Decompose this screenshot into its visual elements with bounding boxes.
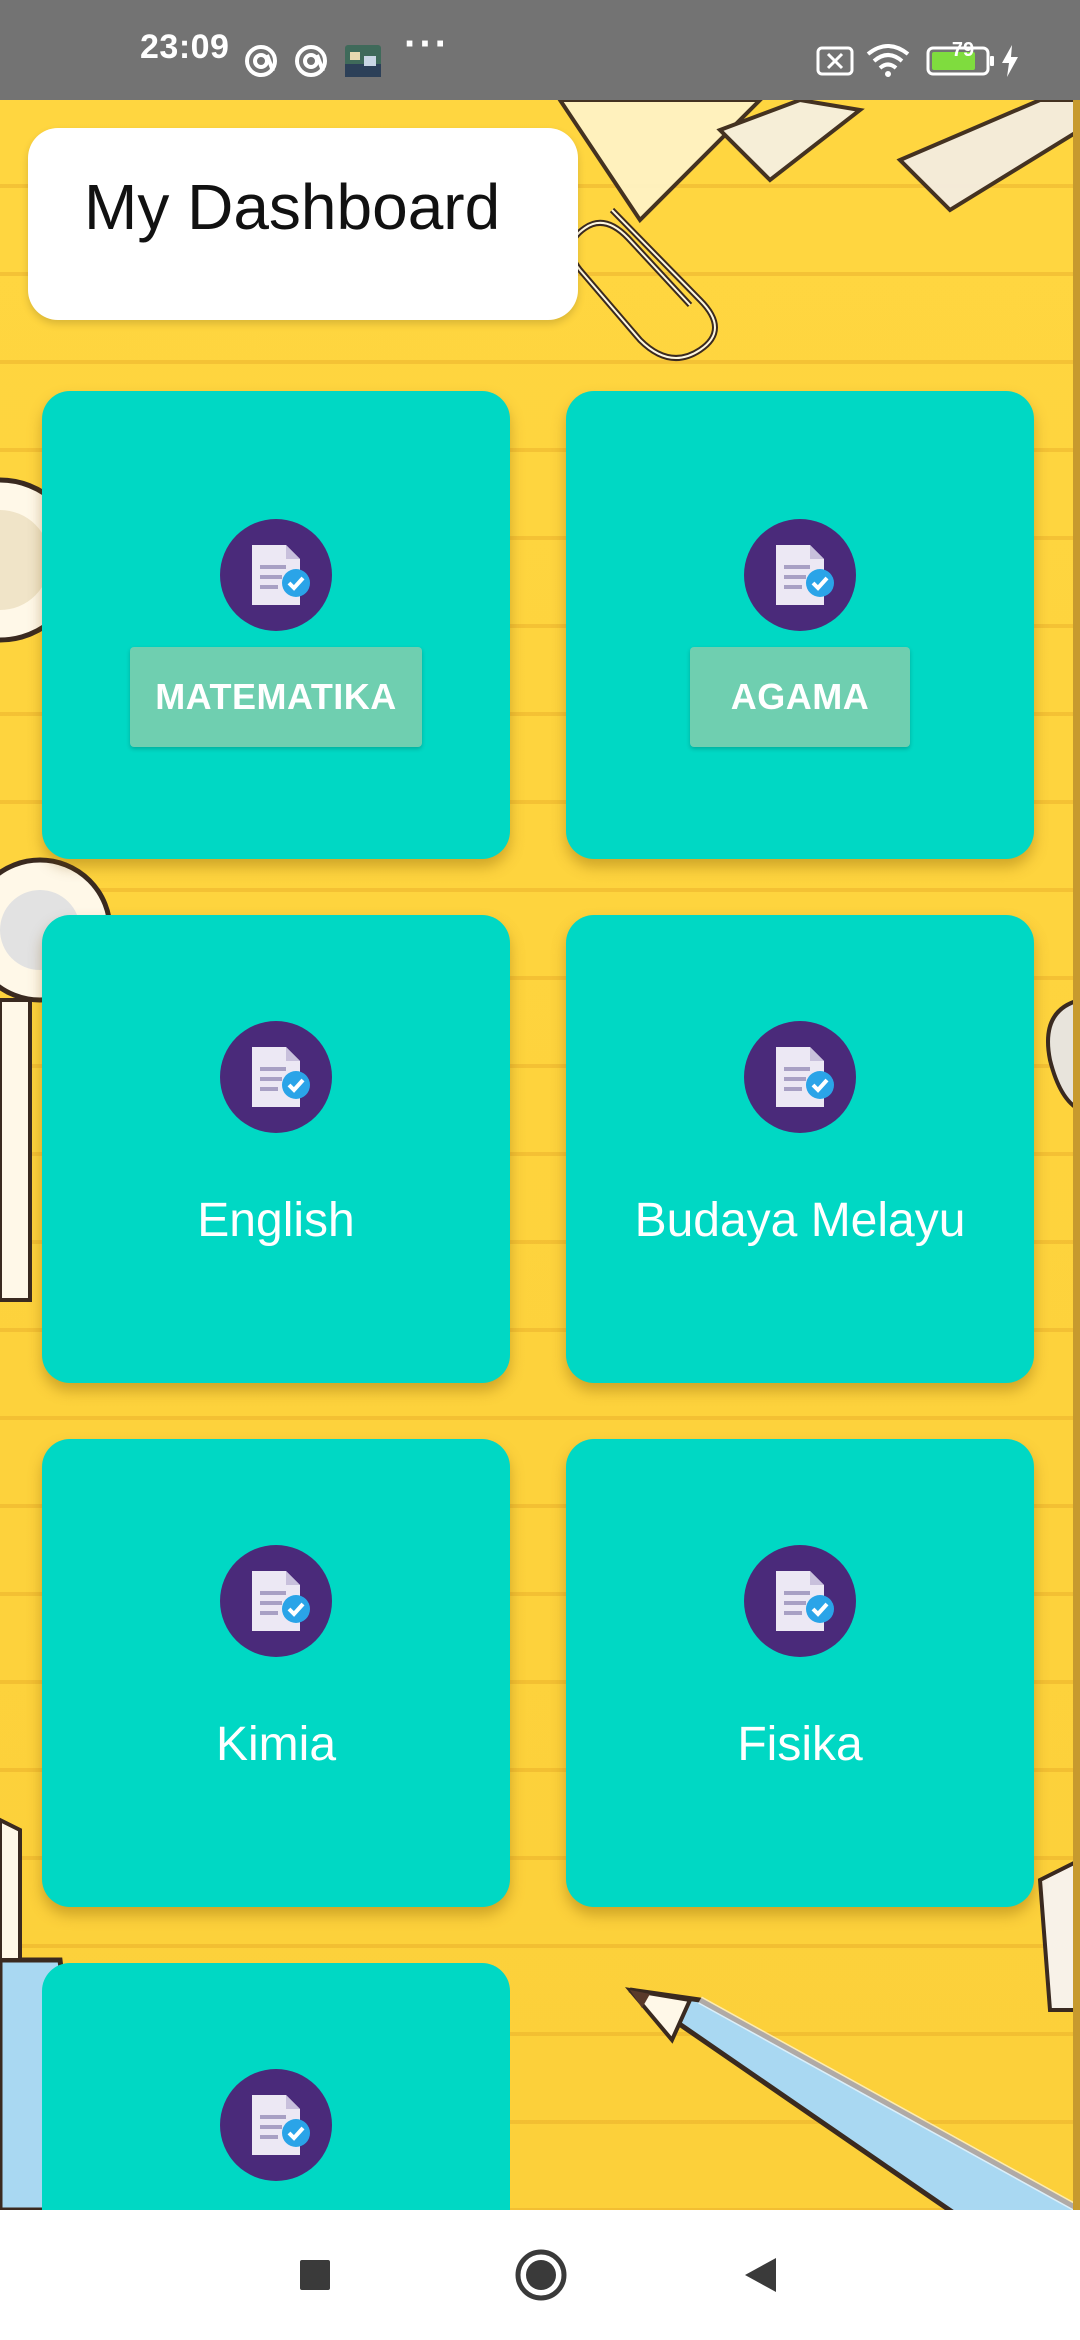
document-check-icon	[744, 1545, 856, 1657]
document-check-icon	[220, 1545, 332, 1657]
document-check-icon	[744, 519, 856, 631]
card-label: Fisika	[737, 1718, 863, 1771]
system-nav-bar	[0, 2210, 1080, 2340]
home-circle-icon[interactable]	[514, 2248, 568, 2307]
card-label: Budaya Melayu	[634, 1194, 966, 1247]
scroll-edge	[1073, 100, 1080, 2210]
subject-card-kimia[interactable]: Kimia	[42, 1439, 510, 1907]
subject-card-partial[interactable]	[42, 1963, 510, 2210]
card-label: English	[197, 1194, 355, 1247]
more-dots-icon: ···	[404, 22, 450, 66]
subject-card-fisika[interactable]: Fisika	[566, 1439, 1034, 1907]
card-label: Kimia	[215, 1718, 337, 1771]
document-check-icon	[220, 1021, 332, 1133]
subject-card-english[interactable]: English	[42, 915, 510, 1383]
document-check-icon	[744, 1021, 856, 1133]
header-card: My Dashboard	[28, 128, 578, 320]
document-check-icon	[220, 2069, 332, 2181]
status-bar: 23:09 ··· 79	[0, 0, 1080, 100]
subject-card-matematika[interactable]: MATEMATIKA	[42, 391, 510, 859]
subject-card-agama[interactable]: AGAMA	[566, 391, 1034, 859]
battery-level: 79	[951, 39, 975, 61]
subject-card-budaya-melayu[interactable]: Budaya Melayu	[566, 915, 1034, 1383]
back-triangle-icon[interactable]	[742, 2256, 778, 2299]
recents-square-icon[interactable]	[299, 2259, 331, 2296]
wifi-icon	[866, 42, 910, 83]
sim-error-icon	[816, 46, 854, 81]
at-sign-icon	[294, 44, 328, 83]
status-time: 23:09	[140, 28, 230, 66]
at-sign-icon	[244, 44, 278, 83]
agama-button[interactable]: AGAMA	[690, 647, 910, 747]
charging-icon	[1000, 44, 1020, 83]
photo-thumbnail-icon	[344, 44, 382, 83]
document-check-icon	[220, 519, 332, 631]
matematika-button[interactable]: MATEMATIKA	[130, 647, 422, 747]
page-title: My Dashboard	[84, 171, 501, 243]
